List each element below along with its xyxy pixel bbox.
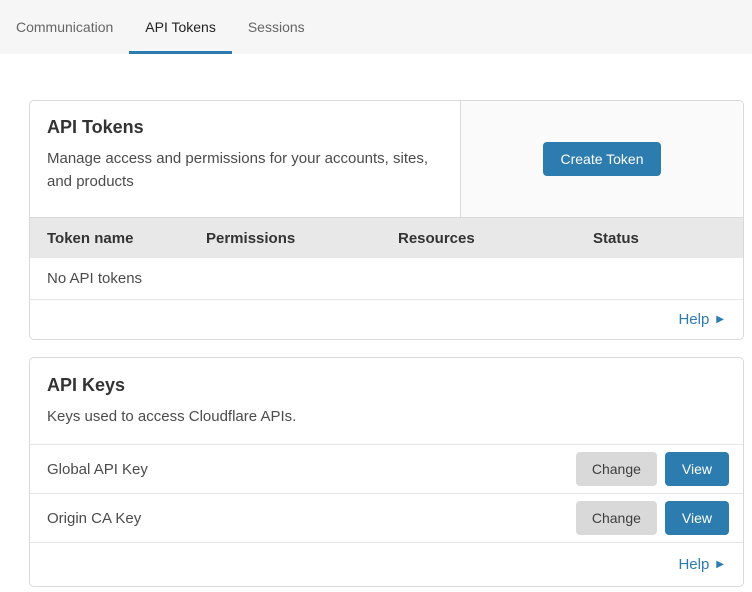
tokens-column-resources: Resources [398, 230, 593, 247]
tokens-column-status: Status [593, 230, 743, 247]
api-tokens-help-label: Help [678, 311, 709, 328]
origin-ca-key-view-button[interactable]: View [665, 501, 729, 535]
api-tokens-card-header-action: Create Token [460, 101, 743, 217]
tab-bar: Communication API Tokens Sessions [0, 0, 752, 54]
tab-communication[interactable]: Communication [0, 0, 129, 54]
api-keys-help-label: Help [678, 556, 709, 573]
api-tokens-card-header: API Tokens Manage access and permissions… [30, 101, 743, 217]
global-api-key-label: Global API Key [47, 461, 148, 478]
global-api-key-view-button[interactable]: View [665, 452, 729, 486]
api-keys-help-link[interactable]: Help ▶ [678, 556, 724, 573]
global-api-key-change-button[interactable]: Change [576, 452, 657, 486]
api-key-row-origin-ca: Origin CA Key Change View [30, 493, 743, 542]
tokens-column-token-name: Token name [47, 230, 206, 247]
tokens-empty-row: No API tokens [30, 258, 743, 300]
api-keys-description: Keys used to access Cloudflare APIs. [47, 405, 726, 428]
api-tokens-card-header-text: API Tokens Manage access and permissions… [30, 101, 460, 217]
tab-api-tokens[interactable]: API Tokens [129, 0, 232, 54]
help-arrow-icon: ▶ [716, 560, 724, 570]
api-tokens-help-link[interactable]: Help ▶ [678, 311, 724, 328]
tokens-empty-message: No API tokens [47, 270, 142, 287]
api-tokens-card: API Tokens Manage access and permissions… [29, 100, 744, 340]
api-tokens-card-footer: Help ▶ [30, 300, 743, 339]
api-keys-card: API Keys Keys used to access Cloudflare … [29, 357, 744, 587]
api-tokens-title: API Tokens [47, 117, 443, 138]
page-content: API Tokens Manage access and permissions… [0, 54, 752, 587]
global-api-key-actions: Change View [576, 452, 729, 486]
help-arrow-icon: ▶ [716, 315, 724, 325]
create-token-button[interactable]: Create Token [543, 142, 660, 176]
origin-ca-key-change-button[interactable]: Change [576, 501, 657, 535]
api-keys-title: API Keys [47, 375, 726, 396]
origin-ca-key-actions: Change View [576, 501, 729, 535]
tab-sessions[interactable]: Sessions [232, 0, 321, 54]
api-keys-card-header: API Keys Keys used to access Cloudflare … [30, 358, 743, 444]
tokens-column-permissions: Permissions [206, 230, 398, 247]
api-key-row-global: Global API Key Change View [30, 444, 743, 493]
api-keys-card-footer: Help ▶ [30, 542, 743, 586]
origin-ca-key-label: Origin CA Key [47, 510, 141, 527]
tokens-table-header: Token name Permissions Resources Status [30, 217, 743, 258]
api-tokens-description: Manage access and permissions for your a… [47, 147, 443, 194]
